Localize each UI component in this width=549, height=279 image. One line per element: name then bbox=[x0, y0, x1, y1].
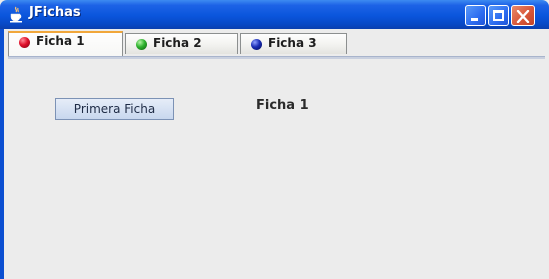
tab-label: Ficha 2 bbox=[153, 36, 202, 50]
tab-panel-border bbox=[8, 56, 545, 59]
title-bar[interactable]: JFichas bbox=[0, 0, 549, 29]
jfichas-window: JFichas Ficha 1 Ficha 2 Ficha 3 Primera … bbox=[0, 0, 549, 279]
tab-strip: Ficha 1 Ficha 2 Ficha 3 bbox=[8, 31, 545, 57]
tab-label: Ficha 3 bbox=[268, 36, 317, 50]
minimize-icon bbox=[471, 18, 478, 21]
red-ball-icon bbox=[19, 37, 30, 48]
blue-ball-icon bbox=[251, 39, 262, 50]
close-icon bbox=[516, 10, 530, 23]
tab-ficha-2[interactable]: Ficha 2 bbox=[125, 33, 238, 54]
tab-label: Ficha 1 bbox=[36, 34, 85, 48]
window-title: JFichas bbox=[29, 5, 81, 20]
tab-ficha-3[interactable]: Ficha 3 bbox=[240, 33, 347, 54]
green-ball-icon bbox=[136, 39, 147, 50]
content-pane bbox=[4, 29, 549, 279]
maximize-icon bbox=[493, 10, 504, 21]
ficha-label: Ficha 1 bbox=[256, 98, 309, 113]
close-button[interactable] bbox=[511, 5, 535, 26]
primera-ficha-button[interactable]: Primera Ficha bbox=[55, 98, 174, 120]
java-cup-icon bbox=[10, 6, 22, 23]
maximize-button[interactable] bbox=[488, 5, 509, 26]
tab-ficha-1[interactable]: Ficha 1 bbox=[8, 31, 123, 57]
minimize-button[interactable] bbox=[465, 5, 486, 26]
